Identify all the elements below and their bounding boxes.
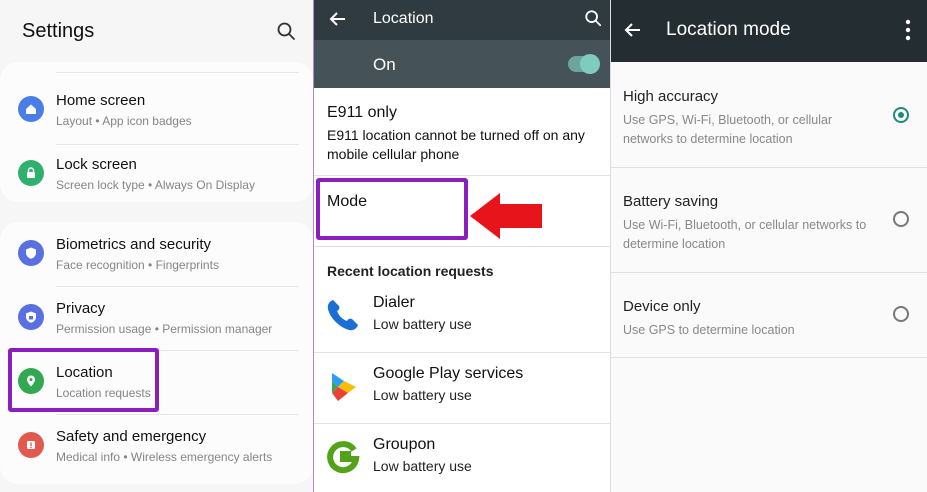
e911-title: E911 only: [327, 104, 397, 121]
app-usage: Low battery use: [373, 458, 472, 474]
settings-item-privacy[interactable]: Privacy Permission usage • Permission ma…: [0, 286, 313, 350]
settings-item-subtitle: Permission usage • Permission manager: [56, 322, 273, 336]
more-options-icon[interactable]: [905, 19, 911, 41]
settings-item-title: Biometrics and security: [56, 236, 212, 253]
app-row-google-play-services[interactable]: Google Play services Low battery use: [314, 353, 610, 423]
option-description: Use GPS to determine location: [623, 323, 795, 337]
privacy-icon: [18, 304, 44, 330]
settings-panel: Settings Home screen Layout • App icon b…: [0, 0, 313, 492]
app-name: Google Play services: [373, 365, 524, 382]
location-switch[interactable]: [568, 54, 600, 74]
location-toggle-label: On: [373, 55, 396, 74]
option-title: Device only: [623, 298, 701, 315]
radio-unselected[interactable]: [893, 306, 909, 322]
settings-item-title: Lock screen: [56, 156, 137, 173]
settings-item-biometrics[interactable]: Biometrics and security Face recognition…: [0, 222, 313, 286]
location-app-bar: Location: [314, 0, 610, 40]
groupon-icon: [327, 441, 360, 474]
location-highlight-box: [8, 348, 159, 412]
settings-card-display: Home screen Layout • App icon badges Loc…: [0, 62, 313, 202]
app-name: Groupon: [373, 436, 436, 453]
mode-highlight-box: [316, 178, 468, 240]
option-battery-saving[interactable]: Battery saving Use Wi-Fi, Bluetooth, or …: [611, 169, 927, 273]
shield-icon: [18, 240, 44, 266]
settings-item-home-screen[interactable]: Home screen Layout • App icon badges: [0, 78, 313, 142]
settings-item-title: Home screen: [56, 92, 146, 109]
location-title: Location: [373, 10, 434, 27]
app-row-dialer[interactable]: Dialer Low battery use: [314, 282, 610, 352]
e911-subtitle: E911 location cannot be turned off on an…: [327, 127, 585, 162]
location-toggle-row[interactable]: On: [314, 40, 610, 88]
recent-requests-header: Recent location requests: [327, 263, 494, 279]
radio-selected[interactable]: [893, 107, 909, 123]
location-mode-panel: Location mode High accuracy Use GPS, Wi-…: [611, 0, 927, 492]
phone-icon: [327, 300, 358, 331]
radio-unselected[interactable]: [893, 211, 909, 227]
option-description: Use GPS, Wi-Fi, Bluetooth, or cellular n…: [623, 113, 833, 146]
play-services-icon: [332, 373, 356, 401]
app-name: Dialer: [373, 294, 415, 311]
settings-item-title: Safety and emergency: [56, 428, 207, 445]
option-title: Battery saving: [623, 193, 719, 210]
app-usage: Low battery use: [373, 316, 472, 332]
settings-item-safety[interactable]: Safety and emergency Medical info • Wire…: [0, 414, 313, 478]
back-arrow-icon[interactable]: [328, 9, 348, 29]
app-row-groupon[interactable]: Groupon Low battery use: [314, 424, 610, 492]
red-arrow-annotation: [470, 193, 542, 239]
option-device-only[interactable]: Device only Use GPS to determine locatio…: [611, 274, 927, 378]
location-panel: Location On E911 only E911 location cann…: [314, 0, 610, 492]
option-high-accuracy[interactable]: High accuracy Use GPS, Wi-Fi, Bluetooth,…: [611, 64, 927, 168]
search-icon[interactable]: [584, 9, 602, 27]
settings-item-title: Privacy: [56, 300, 106, 317]
home-icon: [18, 96, 44, 122]
settings-item-lock-screen[interactable]: Lock screen Screen lock type • Always On…: [0, 142, 313, 206]
search-icon[interactable]: [276, 21, 296, 41]
settings-item-subtitle: Layout • App icon badges: [56, 114, 192, 128]
settings-item-subtitle: Face recognition • Fingerprints: [56, 258, 219, 272]
lock-icon: [18, 160, 44, 186]
settings-item-subtitle: Screen lock type • Always On Display: [56, 178, 255, 192]
option-description: Use Wi-Fi, Bluetooth, or cellular networ…: [623, 218, 867, 251]
location-mode-title: Location mode: [666, 19, 791, 40]
app-usage: Low battery use: [373, 387, 472, 403]
option-title: High accuracy: [623, 88, 719, 105]
settings-item-subtitle: Medical info • Wireless emergency alerts: [56, 450, 273, 464]
alert-icon: [18, 432, 44, 458]
location-mode-app-bar: Location mode: [611, 0, 927, 62]
settings-title: Settings: [22, 20, 95, 42]
back-arrow-icon[interactable]: [623, 20, 643, 40]
